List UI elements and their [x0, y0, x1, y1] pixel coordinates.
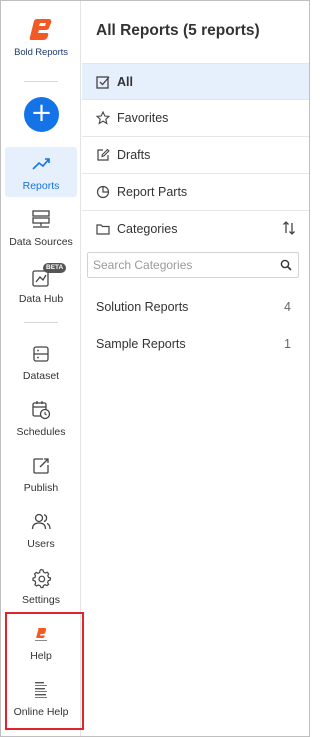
dataset-icon — [33, 346, 49, 362]
filter-label-favorites: Favorites — [117, 111, 169, 125]
filter-favorites[interactable]: Favorites — [82, 100, 309, 137]
nav-label-settings: Settings — [22, 594, 60, 606]
nav-item-data-hub[interactable]: BETA Data Hub — [5, 260, 77, 310]
star-icon — [96, 111, 110, 125]
checkbox-icon — [96, 76, 110, 89]
nav-item-publish[interactable]: Publish — [5, 449, 77, 499]
create-button[interactable]: + — [24, 97, 59, 132]
nav-label-data-hub: Data Hub — [18, 293, 64, 305]
nav-item-schedules[interactable]: Schedules — [5, 393, 77, 443]
category-count: 4 — [284, 300, 291, 314]
nav-item-data-sources[interactable]: Data Sources — [5, 203, 77, 253]
nav-label-schedules: Schedules — [16, 426, 66, 438]
nav-item-reports[interactable]: Reports — [5, 147, 77, 197]
rail-divider — [24, 322, 58, 323]
server-icon — [32, 210, 50, 228]
filter-label-all: All — [117, 75, 133, 89]
users-icon — [31, 513, 51, 530]
category-name: Sample Reports — [96, 337, 186, 351]
category-name: Solution Reports — [96, 300, 189, 314]
filter-label-report-parts: Report Parts — [117, 185, 188, 199]
nav-label-publish: Publish — [23, 482, 59, 494]
rail-divider — [24, 81, 58, 82]
search-icon[interactable] — [280, 259, 292, 271]
folder-icon — [96, 224, 110, 235]
beta-badge: BETA — [43, 263, 67, 273]
calendar-clock-icon — [32, 401, 51, 420]
nav-label-users: Users — [27, 538, 55, 550]
sort-icon[interactable] — [281, 220, 297, 236]
categories-header: Categories — [82, 211, 309, 248]
nav-item-users[interactable]: Users — [5, 505, 77, 555]
nav-label-dataset: Dataset — [22, 370, 60, 382]
category-item-sample-reports[interactable]: Sample Reports 1 — [82, 331, 309, 359]
help-highlight-box — [5, 612, 84, 730]
trending-up-icon — [32, 158, 50, 170]
page-title: All Reports (5 reports) — [96, 22, 260, 39]
nav-label-reports: Reports — [22, 180, 60, 192]
brand[interactable]: Bold Reports — [1, 15, 81, 58]
gear-icon — [32, 568, 52, 589]
filter-report-parts[interactable]: Report Parts — [82, 174, 309, 211]
category-count: 1 — [284, 337, 291, 351]
category-item-solution-reports[interactable]: Solution Reports 4 — [82, 294, 309, 322]
filter-drafts[interactable]: Drafts — [82, 137, 309, 174]
category-search — [87, 252, 299, 278]
brand-name: Bold Reports — [14, 47, 68, 58]
nav-label-data-sources: Data Sources — [9, 236, 73, 248]
reports-panel: All Reports (5 reports) All Favorites Dr… — [82, 1, 309, 736]
brand-logo-icon — [29, 19, 52, 40]
publish-icon — [33, 458, 49, 474]
filter-label-drafts: Drafts — [117, 148, 151, 162]
nav-item-settings[interactable]: Settings — [5, 561, 77, 611]
filter-all[interactable]: All — [82, 63, 309, 100]
categories-label: Categories — [117, 222, 178, 236]
search-input[interactable] — [88, 253, 273, 277]
edit-icon — [97, 148, 110, 161]
nav-item-dataset[interactable]: Dataset — [5, 337, 77, 387]
pie-chart-icon — [96, 185, 110, 199]
